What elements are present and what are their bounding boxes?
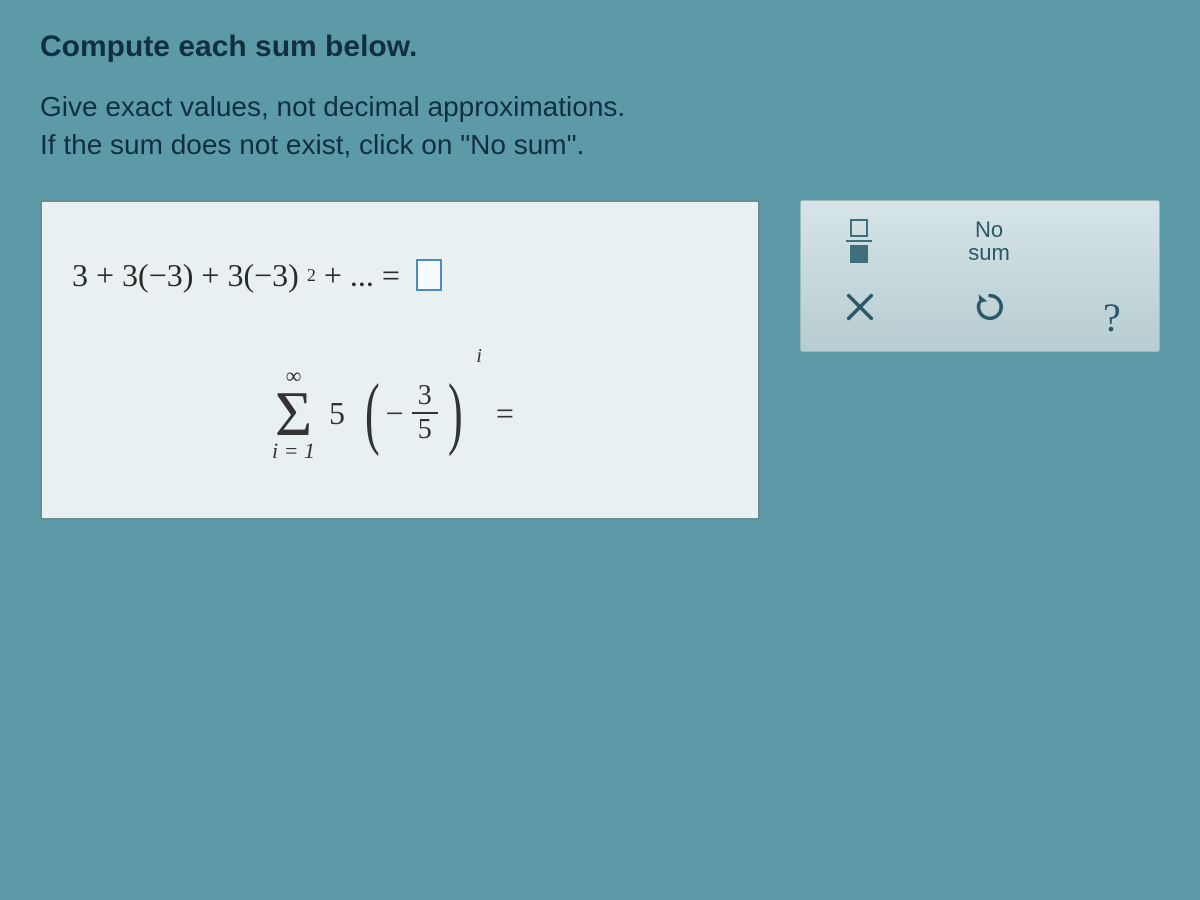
right-paren: )	[448, 385, 463, 441]
keypad-row-1: No sum	[815, 217, 1145, 265]
fraction-icon-bottom	[850, 245, 868, 263]
p2-equals: =	[496, 395, 514, 432]
fraction-tool-button[interactable]	[831, 217, 887, 265]
problem-box: 3 + 3(−3) + 3(−3) 2 + ... = ∞ Σ i = 1 5 (…	[40, 200, 760, 520]
question-heading: Compute each sum below.	[40, 30, 1160, 64]
p1-expression-prefix: 3 + 3(−3) + 3(−3)	[72, 257, 299, 294]
p1-answer-input[interactable]	[416, 259, 442, 291]
sigma-lower: i = 1	[272, 440, 315, 462]
help-button[interactable]: ?	[1095, 287, 1145, 335]
p1-exponent: 2	[307, 265, 316, 286]
sigma-symbol: Σ	[275, 385, 312, 443]
keypad-row-2: ?	[815, 287, 1145, 335]
p2-neg-sign: −	[386, 395, 404, 432]
p2-paren-group: ( − 3 5 )	[359, 382, 468, 444]
p2-fraction: 3 5	[408, 382, 442, 444]
reset-icon	[973, 290, 1007, 331]
instructions-line-1: Give exact values, not decimal approxima…	[40, 88, 1160, 126]
reset-button[interactable]	[965, 287, 1015, 335]
no-sum-label: No sum	[957, 218, 1021, 264]
fraction-icon-bar	[846, 240, 872, 242]
instructions: Give exact values, not decimal approxima…	[40, 88, 1160, 164]
p2-frac-num: 3	[412, 382, 438, 414]
math-keypad: No sum ?	[800, 200, 1160, 352]
sigma-block: ∞ Σ i = 1	[272, 365, 315, 463]
no-sum-line1: No	[957, 218, 1021, 241]
p2-power: i	[476, 345, 482, 368]
no-sum-button[interactable]: No sum	[957, 217, 1021, 265]
left-paren: (	[365, 385, 380, 441]
p2-frac-den: 5	[418, 414, 432, 444]
problem-2: ∞ Σ i = 1 5 ( − 3 5 ) i =	[72, 365, 728, 463]
problem-1: 3 + 3(−3) + 3(−3) 2 + ... =	[72, 257, 728, 294]
p1-expression-suffix: + ... =	[324, 257, 400, 294]
instructions-line-2: If the sum does not exist, click on "No …	[40, 126, 1160, 164]
p2-coefficient: 5	[329, 395, 345, 432]
fraction-icon-top	[850, 219, 868, 237]
fraction-icon	[846, 219, 872, 263]
help-icon: ?	[1103, 294, 1137, 328]
work-area: 3 + 3(−3) + 3(−3) 2 + ... = ∞ Σ i = 1 5 (…	[40, 200, 1160, 520]
x-icon	[843, 290, 877, 331]
question-panel: Compute each sum below. Give exact value…	[0, 0, 1200, 550]
no-sum-line2: sum	[957, 241, 1021, 264]
clear-button[interactable]	[835, 287, 885, 335]
